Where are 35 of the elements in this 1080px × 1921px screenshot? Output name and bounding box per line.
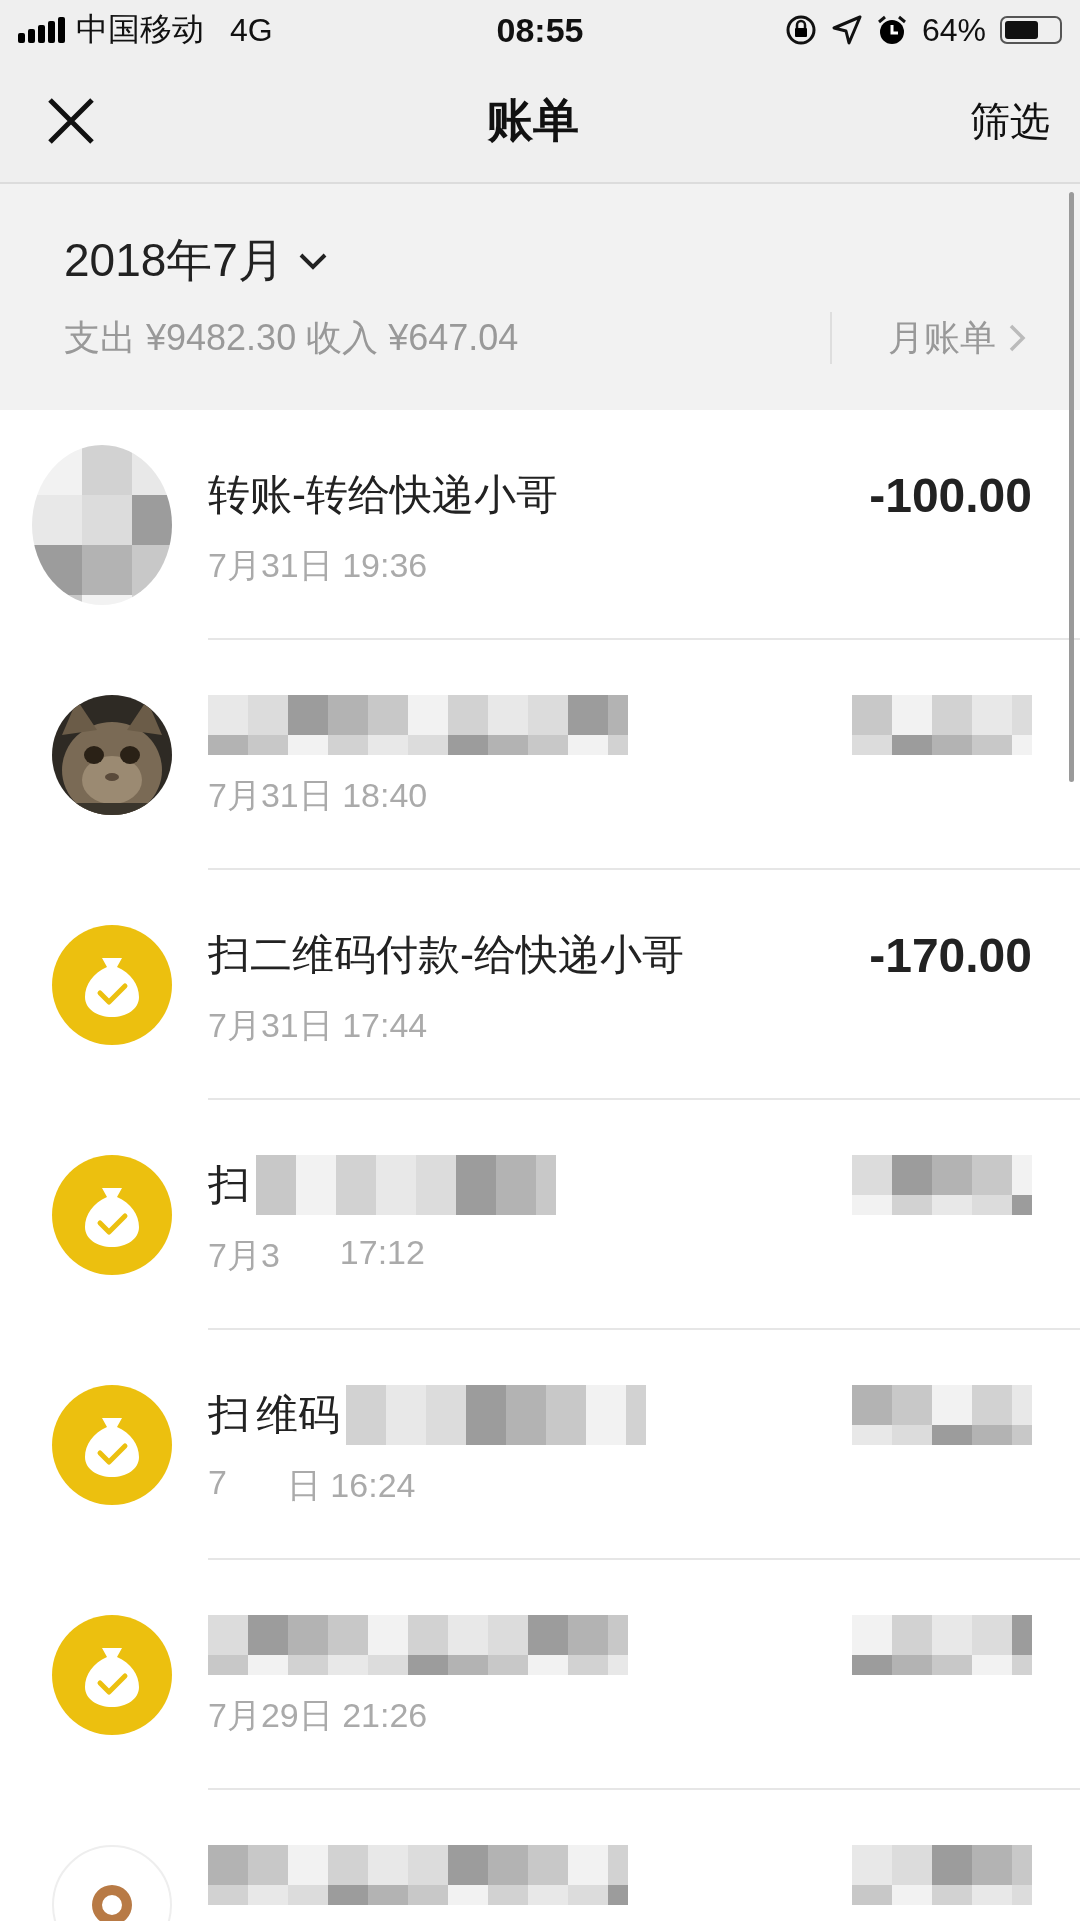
network-type: 4G [230, 11, 273, 49]
battery-icon [1000, 16, 1062, 44]
transaction-time: 7月29日 21:26 [208, 1695, 428, 1733]
transaction-title: 维码 [256, 1390, 340, 1440]
page-title: 账单 [486, 93, 580, 148]
transaction-time: 7月3 [208, 1235, 280, 1273]
transaction-time: 日 16:24 [286, 1465, 416, 1503]
transaction-amount: -170.00 [869, 928, 1032, 982]
transaction-time: 17:12 [339, 1233, 425, 1273]
filter-button[interactable]: 筛选 [970, 93, 1050, 149]
clock-time: 08:55 [496, 10, 584, 50]
month-selector[interactable]: 2018年7月 [64, 230, 328, 292]
money-bag-icon [52, 1155, 172, 1275]
transaction-title: 扫 [208, 1160, 250, 1210]
close-button[interactable] [46, 96, 96, 146]
money-bag-icon [52, 925, 172, 1045]
money-bag-icon [52, 1385, 172, 1505]
month-summary: 支出 ¥9482.30 收入 ¥647.04 [64, 315, 520, 360]
location-arrow-icon [831, 15, 862, 45]
chevron-right-icon [1008, 323, 1026, 353]
transaction-time: 7月31日 19:36 [208, 545, 428, 583]
transaction-time: 7月31日 17:44 [208, 1005, 428, 1043]
transaction-title: 扫 [208, 1390, 250, 1440]
chevron-down-icon [297, 252, 328, 270]
carrier-name: 中国移动 [76, 10, 204, 49]
battery-percent: 64% [921, 11, 986, 49]
transaction-title: 转账-转给快递小哥 [208, 470, 558, 520]
alarm-clock-icon [875, 14, 908, 46]
transaction-title: 扫二维码付款-给快递小哥 [208, 930, 684, 980]
transaction-time: 7月31日 18:40 [208, 775, 428, 813]
transaction-time: 7 [208, 1463, 227, 1503]
money-bag-icon [52, 1615, 172, 1735]
close-icon [46, 96, 96, 146]
signal-icon [18, 17, 66, 43]
transaction-amount: -100.00 [869, 468, 1032, 522]
